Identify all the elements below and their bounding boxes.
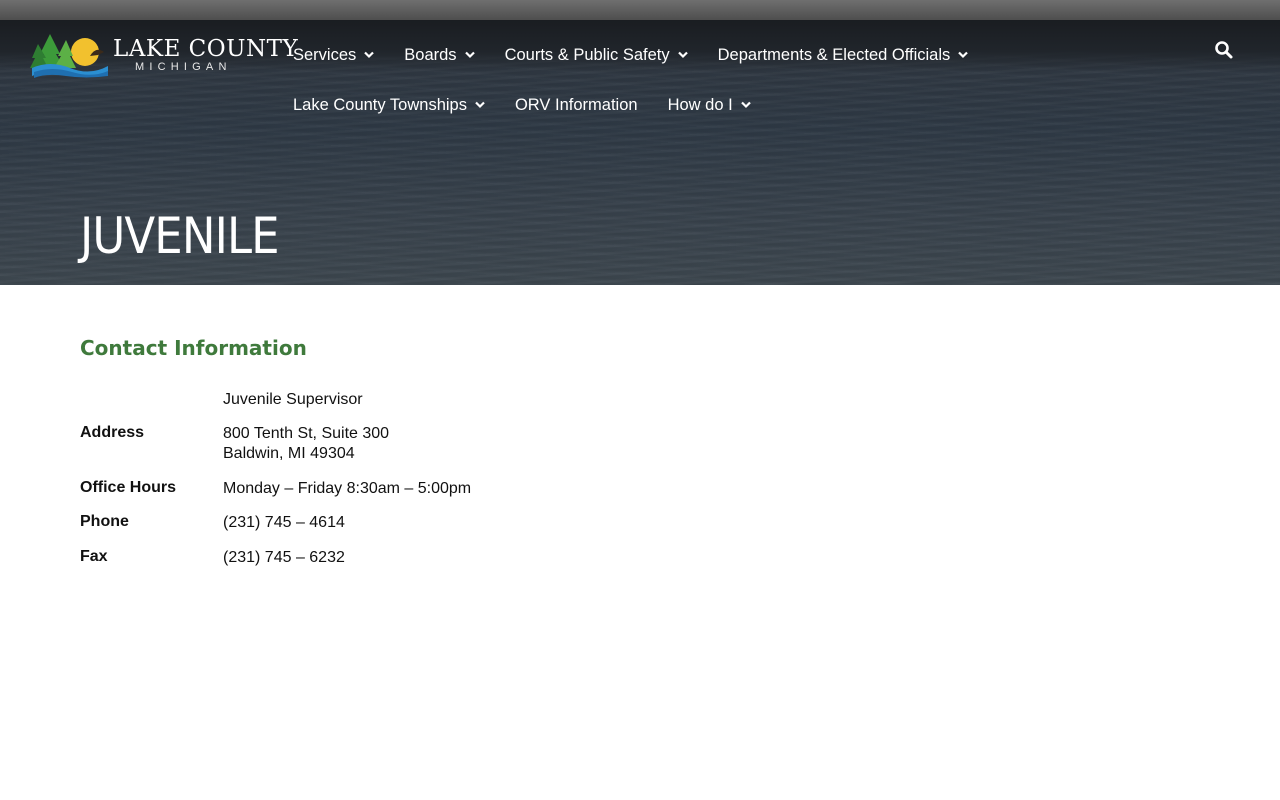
search-button[interactable]: [1214, 40, 1234, 60]
nav-item-label: Courts & Public Safety: [504, 45, 670, 64]
nav-item-label: Departments & Elected Officials: [717, 45, 951, 64]
contact-row-hours: Office Hours Monday – Friday 8:30am – 5:…: [80, 479, 680, 513]
chevron-down-icon: [958, 51, 969, 59]
nav-item-services[interactable]: Services: [293, 45, 375, 65]
contact-supervisor: Juvenile Supervisor: [223, 391, 363, 408]
contact-row-supervisor: Juvenile Supervisor: [80, 390, 680, 424]
contact-label-phone: Phone: [80, 513, 129, 530]
contact-address: 800 Tenth St, Suite 300 Baldwin, MI 4930…: [223, 424, 389, 479]
contact-phone[interactable]: (231) 745 – 4614: [223, 513, 345, 548]
contact-hours: Monday – Friday 8:30am – 5:00pm: [223, 480, 472, 497]
nav-item-lake-county-townships[interactable]: Lake County Townships: [293, 96, 485, 115]
contact-row-fax: Fax (231) 745 – 6232: [80, 548, 680, 578]
chevron-down-icon: [464, 51, 475, 59]
logo-subtitle: MICHIGAN: [135, 61, 232, 73]
nav-item-label: ORV Information: [514, 95, 638, 114]
nav-item-how-do-i[interactable]: How do I: [668, 96, 751, 115]
logo-title: LAKE COUNTY: [113, 36, 299, 62]
lake-county-logo-icon: [30, 34, 108, 78]
nav-item-label: Services: [293, 45, 357, 64]
contact-info-heading: Contact Information: [80, 336, 307, 360]
site-logo[interactable]: LAKE COUNTY MICHIGAN: [30, 30, 298, 78]
page-title: JUVENILE: [80, 207, 280, 265]
contact-row-phone: Phone (231) 745 – 4614: [80, 513, 680, 548]
contact-fax: (231) 745 – 6232: [223, 549, 345, 566]
address-line-2: Baldwin, MI 49304: [223, 445, 355, 462]
contact-info-table: Juvenile Supervisor Address 800 Tenth St…: [80, 390, 680, 578]
nav-item-label: Boards: [404, 45, 457, 64]
nav-item-label: Lake County Townships: [293, 95, 467, 114]
nav-item-boards[interactable]: Boards: [404, 45, 475, 65]
chevron-down-icon: [475, 101, 485, 109]
main-navigation: Services Boards Courts & Public Safety D…: [293, 42, 1193, 142]
nav-item-courts-public-safety[interactable]: Courts & Public Safety: [505, 46, 688, 65]
address-line-1: 800 Tenth St, Suite 300: [223, 425, 390, 442]
nav-item-label: How do I: [667, 95, 733, 114]
contact-row-address: Address 800 Tenth St, Suite 300 Baldwin,…: [80, 424, 680, 479]
nav-item-orv-information[interactable]: ORV Information: [515, 96, 638, 115]
hero-top-strip: [0, 0, 1280, 20]
contact-label-hours: Office Hours: [80, 479, 177, 496]
chevron-down-icon: [740, 101, 751, 109]
chevron-down-icon: [677, 51, 688, 59]
chevron-down-icon: [364, 51, 375, 59]
hero-banner: LAKE COUNTY MICHIGAN Services Boards Cou…: [0, 0, 1280, 285]
contact-label-address: Address: [80, 424, 145, 441]
contact-label-empty: [80, 390, 223, 424]
nav-row-primary: Services Boards Courts & Public Safety D…: [293, 42, 1193, 68]
nav-row-secondary: Lake County Townships ORV Information Ho…: [293, 92, 1193, 118]
search-icon: [1215, 41, 1233, 59]
nav-item-departments-elected-officials[interactable]: Departments & Elected Officials: [718, 46, 969, 65]
contact-label-fax: Fax: [80, 548, 108, 565]
